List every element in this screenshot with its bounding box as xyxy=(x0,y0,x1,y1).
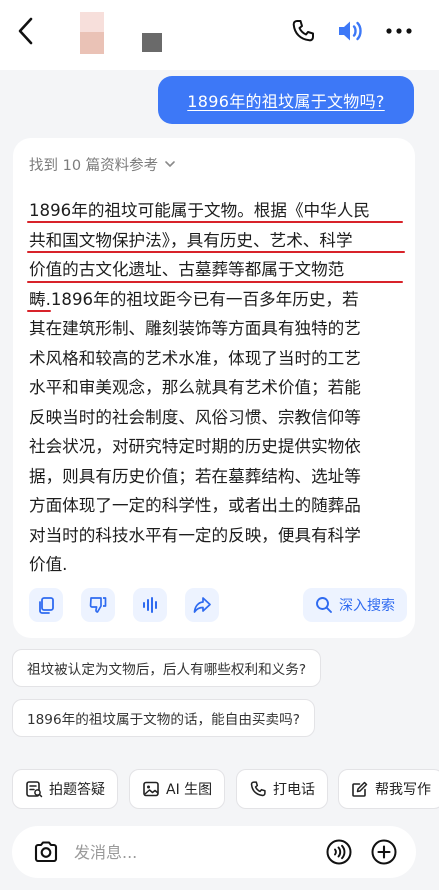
write-icon xyxy=(352,781,368,797)
copy-button[interactable] xyxy=(29,588,63,622)
answer-line: 畴.1896年的祖坟距今已有一百多年历史，若 xyxy=(29,289,359,309)
chevron-down-icon xyxy=(165,161,175,168)
tool-phone-call[interactable]: 打电话 xyxy=(236,769,328,809)
more-button[interactable] xyxy=(384,18,414,44)
answer-line: 社会状况，对研究特定时期的历史提供实物依 xyxy=(29,437,361,456)
chevron-left-icon xyxy=(18,17,33,45)
share-icon xyxy=(193,597,211,613)
answer-line: 水平和审美观念，那么就具有艺术价值；若能 xyxy=(29,378,361,397)
answer-line: 术风格和较高的艺术水准，体现了当时的工艺 xyxy=(29,348,361,368)
title-mosaic xyxy=(142,33,162,52)
speaker-icon xyxy=(339,21,362,41)
user-message-bubble[interactable]: 1896年的祖坟属于文物吗? xyxy=(158,76,414,124)
tool-label: 拍题答疑 xyxy=(49,782,105,798)
audio-wave-icon xyxy=(143,597,157,613)
suggested-question[interactable]: 1896年的祖坟属于文物的话，能自由买卖吗? xyxy=(12,699,315,737)
user-message-text: 1896年的祖坟属于文物吗? xyxy=(187,92,385,111)
answer-line: 方面体现了一定的科学性，或者出土的随葬品 xyxy=(29,496,361,515)
chat-header xyxy=(0,0,439,70)
message-input[interactable] xyxy=(74,836,314,868)
answer-line: 价值. xyxy=(29,555,68,574)
tool-writing-assistant[interactable]: 帮我写作 xyxy=(338,769,439,809)
answer-line: 反映当时的社会制度、风俗习惯、宗教信仰等 xyxy=(29,407,361,427)
camera-icon xyxy=(34,841,58,863)
back-button[interactable] xyxy=(12,14,40,48)
read-aloud-button[interactable] xyxy=(133,588,167,622)
dislike-button[interactable] xyxy=(81,588,115,622)
avatar-top-pixel xyxy=(80,12,104,32)
avatar[interactable] xyxy=(80,12,104,54)
phone-icon xyxy=(292,20,314,42)
tool-label: AI 生图 xyxy=(166,782,213,798)
share-button[interactable] xyxy=(185,588,219,622)
highlight-underline xyxy=(27,251,405,253)
camera-button[interactable] xyxy=(32,838,60,866)
suggested-question[interactable]: 祖坟被认定为文物后，后人有哪些权利和义务? xyxy=(12,649,322,687)
highlight-underline xyxy=(27,281,403,283)
sources-label: 找到 10 篇资料参考 xyxy=(29,157,159,174)
quick-tools: 拍题答疑 AI 生图 打电话 帮我写作 xyxy=(12,769,439,809)
sources-toggle[interactable]: 找到 10 篇资料参考 xyxy=(29,152,176,176)
tool-label: 帮我写作 xyxy=(375,782,431,798)
voice-icon xyxy=(326,839,352,865)
suggestion-text: 祖坟被认定为文物后，后人有哪些权利和义务? xyxy=(27,662,307,678)
deep-search-button[interactable]: 深入搜索 xyxy=(303,588,407,622)
tool-ai-image[interactable]: AI 生图 xyxy=(129,769,226,809)
more-icon xyxy=(386,28,412,34)
suggestion-text: 1896年的祖坟属于文物的话，能自由买卖吗? xyxy=(27,712,300,728)
copy-icon xyxy=(39,597,54,614)
answer-card: 找到 10 篇资料参考 1896年的祖坟可能属于文物。根据《中华人民 共和国文物… xyxy=(13,138,415,638)
add-attachment-button[interactable] xyxy=(370,838,398,866)
answer-line: 据，则具有历史价值；若在墓葬结构、选址等 xyxy=(29,466,361,486)
answer-actions: 深入搜索 xyxy=(29,588,407,624)
avatar-bottom-pixel xyxy=(80,32,104,54)
answer-text: 1896年的祖坟可能属于文物。根据《中华人民 共和国文物保护法》，具有历史、艺术… xyxy=(29,196,407,580)
plus-icon xyxy=(371,839,397,865)
search-icon xyxy=(316,597,332,613)
tool-photo-question[interactable]: 拍题答疑 xyxy=(12,769,118,809)
highlight-underline xyxy=(27,310,51,312)
phone-icon xyxy=(250,781,266,797)
thumbs-down-icon xyxy=(89,597,107,613)
answer-line: 其在建筑形制、雕刻装饰等方面具有独特的艺 xyxy=(29,319,361,338)
tool-label: 打电话 xyxy=(273,782,315,798)
image-icon xyxy=(143,781,159,797)
highlight-underline xyxy=(27,221,403,223)
voice-input-button[interactable] xyxy=(325,838,353,866)
photo-question-icon xyxy=(26,781,43,798)
speaker-toggle[interactable] xyxy=(336,17,364,45)
deep-search-label: 深入搜索 xyxy=(339,598,395,614)
message-composer xyxy=(12,826,416,878)
call-button[interactable] xyxy=(290,18,316,44)
answer-line: 对当时的科技水平有一定的反映，便具有科学 xyxy=(29,525,361,545)
